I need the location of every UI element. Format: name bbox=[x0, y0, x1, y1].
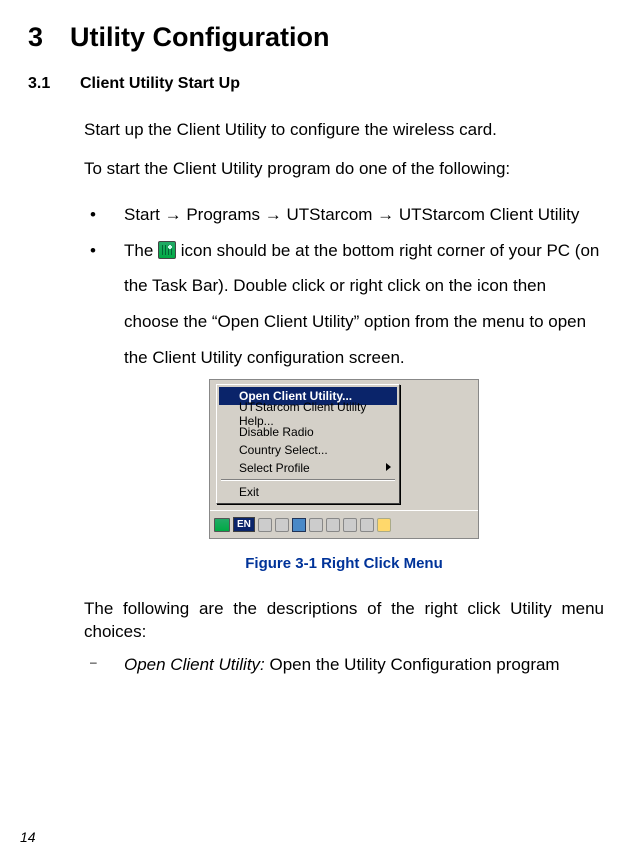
list-item: Start → Programs → UTStarcom → UTStarcom… bbox=[84, 197, 604, 233]
taskbar-tray: EN bbox=[210, 510, 478, 538]
paragraph: Start up the Client Utility to configure… bbox=[84, 119, 604, 142]
section-heading: 3Utility Configuration bbox=[28, 22, 604, 53]
text: icon should be at the bottom right corne… bbox=[124, 241, 599, 367]
subsection-heading: 3.1Client Utility Start Up bbox=[28, 75, 604, 93]
menu-item-label: Exit bbox=[239, 485, 259, 499]
paragraph: The following are the descriptions of th… bbox=[84, 598, 604, 644]
body-content: Start up the Client Utility to configure… bbox=[28, 119, 604, 677]
description-text: Open the Utility Configuration program bbox=[265, 655, 560, 674]
tray-icon[interactable] bbox=[309, 518, 323, 532]
list-item: The icon should be at the bottom right c… bbox=[84, 233, 604, 376]
page-number: 14 bbox=[20, 829, 36, 845]
tray-icon[interactable] bbox=[343, 518, 357, 532]
section-number: 3 bbox=[28, 22, 70, 53]
tray-volume-icon[interactable] bbox=[377, 518, 391, 532]
tray-signal-icon[interactable] bbox=[214, 518, 230, 532]
menu-item-help[interactable]: UTStarcom Client Utility Help... bbox=[219, 405, 397, 423]
subsection-number: 3.1 bbox=[28, 75, 80, 93]
list-item: Open Client Utility: Open the Utility Co… bbox=[84, 654, 604, 677]
figure-caption: Figure 3-1 Right Click Menu bbox=[84, 555, 604, 572]
section-title: Utility Configuration bbox=[70, 22, 329, 52]
context-menu: Open Client Utility... UTStarcom Client … bbox=[216, 384, 400, 504]
arrow-icon: → bbox=[265, 205, 282, 224]
description-list: Open Client Utility: Open the Utility Co… bbox=[84, 654, 604, 677]
menu-item-country-select[interactable]: Country Select... bbox=[219, 441, 397, 459]
text: The bbox=[124, 241, 158, 260]
tray-icon[interactable] bbox=[360, 518, 374, 532]
menu-item-exit[interactable]: Exit bbox=[219, 483, 397, 501]
subsection-title: Client Utility Start Up bbox=[80, 75, 240, 92]
text: Programs bbox=[182, 205, 265, 224]
menu-item-select-profile[interactable]: Select Profile bbox=[219, 459, 397, 477]
tray-icon[interactable] bbox=[275, 518, 289, 532]
arrow-icon: → bbox=[377, 205, 394, 224]
tray-icon[interactable] bbox=[326, 518, 340, 532]
menu-item-disable-radio[interactable]: Disable Radio bbox=[219, 423, 397, 441]
text: UTStarcom bbox=[282, 205, 377, 224]
tray-language-indicator[interactable]: EN bbox=[233, 517, 255, 532]
menu-separator bbox=[221, 479, 395, 481]
menu-item-label: Country Select... bbox=[239, 443, 328, 457]
bullet-list: Start → Programs → UTStarcom → UTStarcom… bbox=[84, 197, 604, 375]
text: UTStarcom Client Utility bbox=[394, 205, 579, 224]
tray-signal-icon bbox=[158, 241, 176, 259]
context-menu-screenshot: Open Client Utility... UTStarcom Client … bbox=[209, 379, 479, 539]
arrow-icon: → bbox=[165, 205, 182, 224]
tray-icon[interactable] bbox=[258, 518, 272, 532]
menu-item-label: Disable Radio bbox=[239, 425, 314, 439]
tray-display-icon[interactable] bbox=[292, 518, 306, 532]
paragraph: To start the Client Utility program do o… bbox=[84, 158, 604, 181]
submenu-arrow-icon bbox=[386, 463, 391, 471]
menu-item-label: Select Profile bbox=[239, 461, 310, 475]
text: Start bbox=[124, 205, 165, 224]
description-label: Open Client Utility: bbox=[124, 655, 265, 674]
